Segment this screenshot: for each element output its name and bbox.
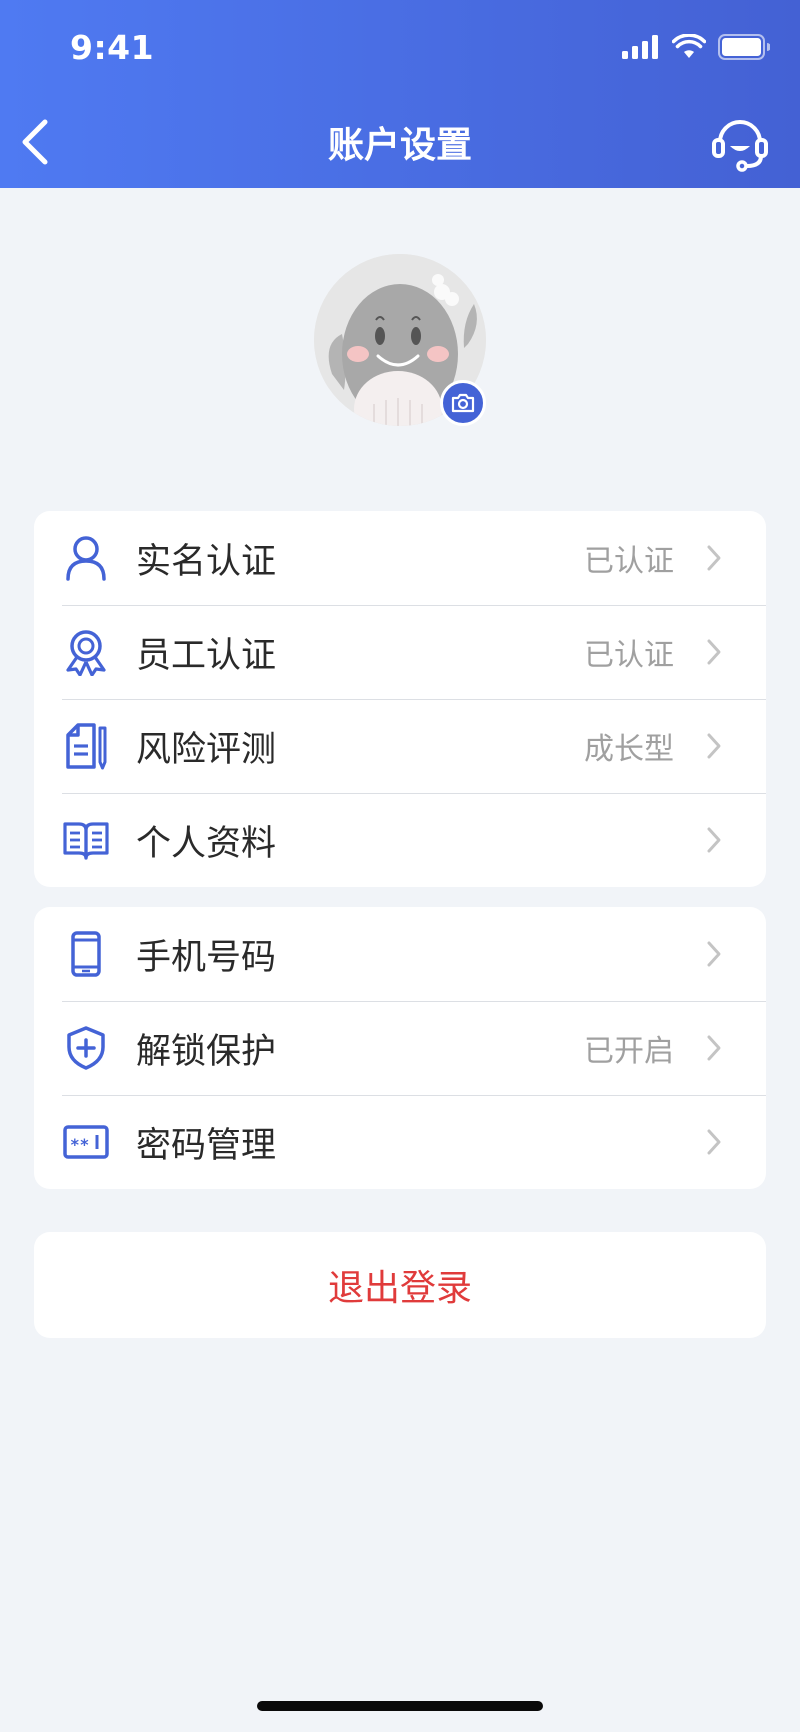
chevron-right-icon: [704, 940, 724, 968]
row-label: 手机号码: [136, 937, 277, 978]
avatar-container: [314, 254, 486, 426]
row-label: 个人资料: [136, 823, 277, 864]
document-pen-icon: [60, 720, 112, 772]
page-title: 账户设置: [327, 125, 472, 166]
row-risk[interactable]: 风险评测 成长型: [34, 699, 766, 793]
logout-button[interactable]: 退出登录: [34, 1232, 766, 1338]
status-icons: [622, 34, 770, 60]
settings-group-identity: 实名认证 已认证 员工认证 已认证 风险评测 成长型 个人资料: [34, 511, 766, 887]
chevron-right-icon: [704, 826, 724, 854]
row-value: 已开启: [584, 1034, 674, 1069]
phone-icon: [60, 928, 112, 980]
badge-icon: [60, 626, 112, 678]
password-icon: **: [60, 1116, 112, 1168]
row-phone[interactable]: 手机号码: [34, 907, 766, 1001]
battery-icon: [718, 34, 770, 60]
row-label: 实名认证: [136, 541, 277, 582]
user-icon: [60, 532, 112, 584]
nav-header: 9:41 账户设置: [0, 0, 800, 188]
row-profile[interactable]: 个人资料: [34, 793, 766, 887]
row-label: 解锁保护: [136, 1031, 277, 1072]
signal-icon: [622, 35, 658, 59]
change-avatar-button[interactable]: [440, 380, 486, 426]
camera-icon: [451, 393, 475, 413]
row-employee[interactable]: 员工认证 已认证: [34, 605, 766, 699]
row-label: 密码管理: [136, 1125, 277, 1166]
row-value: 已认证: [584, 544, 674, 579]
chevron-right-icon: [704, 544, 724, 572]
row-value: 成长型: [584, 732, 674, 767]
chevron-right-icon: [704, 638, 724, 666]
wifi-icon: [672, 34, 706, 58]
row-password[interactable]: ** 密码管理: [34, 1095, 766, 1189]
row-label: 风险评测: [136, 729, 277, 770]
headset-icon: [712, 120, 768, 172]
row-label: 员工认证: [136, 635, 277, 676]
book-icon: [60, 814, 112, 866]
chevron-right-icon: [704, 1034, 724, 1062]
svg-text:**: **: [70, 1135, 89, 1154]
status-time: 9:41: [70, 28, 155, 67]
row-real-name[interactable]: 实名认证 已认证: [34, 511, 766, 605]
row-unlock[interactable]: 解锁保护 已开启: [34, 1001, 766, 1095]
settings-group-security: 手机号码 解锁保护 已开启 ** 密码管理: [34, 907, 766, 1189]
customer-service-button[interactable]: [708, 110, 772, 174]
row-value: 已认证: [584, 638, 674, 673]
shield-plus-icon: [60, 1022, 112, 1074]
chevron-right-icon: [704, 732, 724, 760]
home-indicator: [257, 1701, 543, 1711]
chevron-right-icon: [704, 1128, 724, 1156]
